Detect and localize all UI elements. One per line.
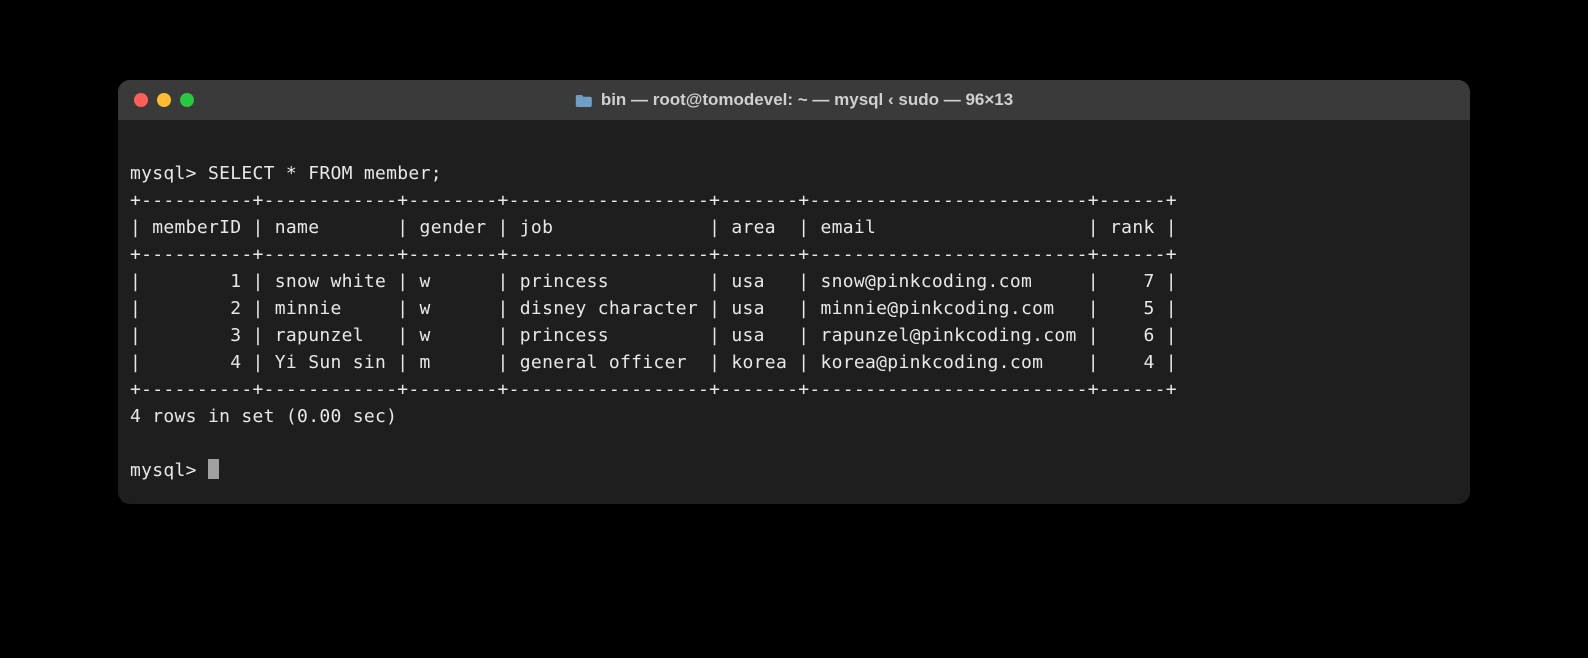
table-row: | 3 | rapunzel | w | princess | usa | ra… bbox=[130, 325, 1177, 346]
table-row: | 1 | snow white | w | princess | usa | … bbox=[130, 271, 1177, 292]
table-divider: +----------+------------+--------+------… bbox=[130, 244, 1177, 265]
terminal-window: bin — root@tomodevel: ~ — mysql ‹ sudo —… bbox=[118, 80, 1470, 504]
table-header-row: | memberID | name | gender | job | area … bbox=[130, 217, 1177, 238]
window-title: bin — root@tomodevel: ~ — mysql ‹ sudo —… bbox=[575, 90, 1013, 110]
terminal-body[interactable]: mysql> SELECT * FROM member; +----------… bbox=[118, 120, 1470, 504]
title-bar: bin — root@tomodevel: ~ — mysql ‹ sudo —… bbox=[118, 80, 1470, 120]
table-row: | 2 | minnie | w | disney character | us… bbox=[130, 298, 1177, 319]
traffic-lights bbox=[134, 93, 194, 107]
minimize-button[interactable] bbox=[157, 93, 171, 107]
window-title-text: bin — root@tomodevel: ~ — mysql ‹ sudo —… bbox=[601, 90, 1013, 110]
table-divider: +----------+------------+--------+------… bbox=[130, 190, 1177, 211]
close-button[interactable] bbox=[134, 93, 148, 107]
cursor bbox=[208, 459, 219, 479]
prompt: mysql> bbox=[130, 163, 208, 184]
folder-icon bbox=[575, 93, 593, 107]
sql-command: SELECT * FROM member; bbox=[208, 163, 442, 184]
prompt: mysql> bbox=[130, 460, 208, 481]
maximize-button[interactable] bbox=[180, 93, 194, 107]
table-divider: +----------+------------+--------+------… bbox=[130, 379, 1177, 400]
result-summary: 4 rows in set (0.00 sec) bbox=[130, 406, 397, 427]
table-row: | 4 | Yi Sun sin | m | general officer |… bbox=[130, 352, 1177, 373]
